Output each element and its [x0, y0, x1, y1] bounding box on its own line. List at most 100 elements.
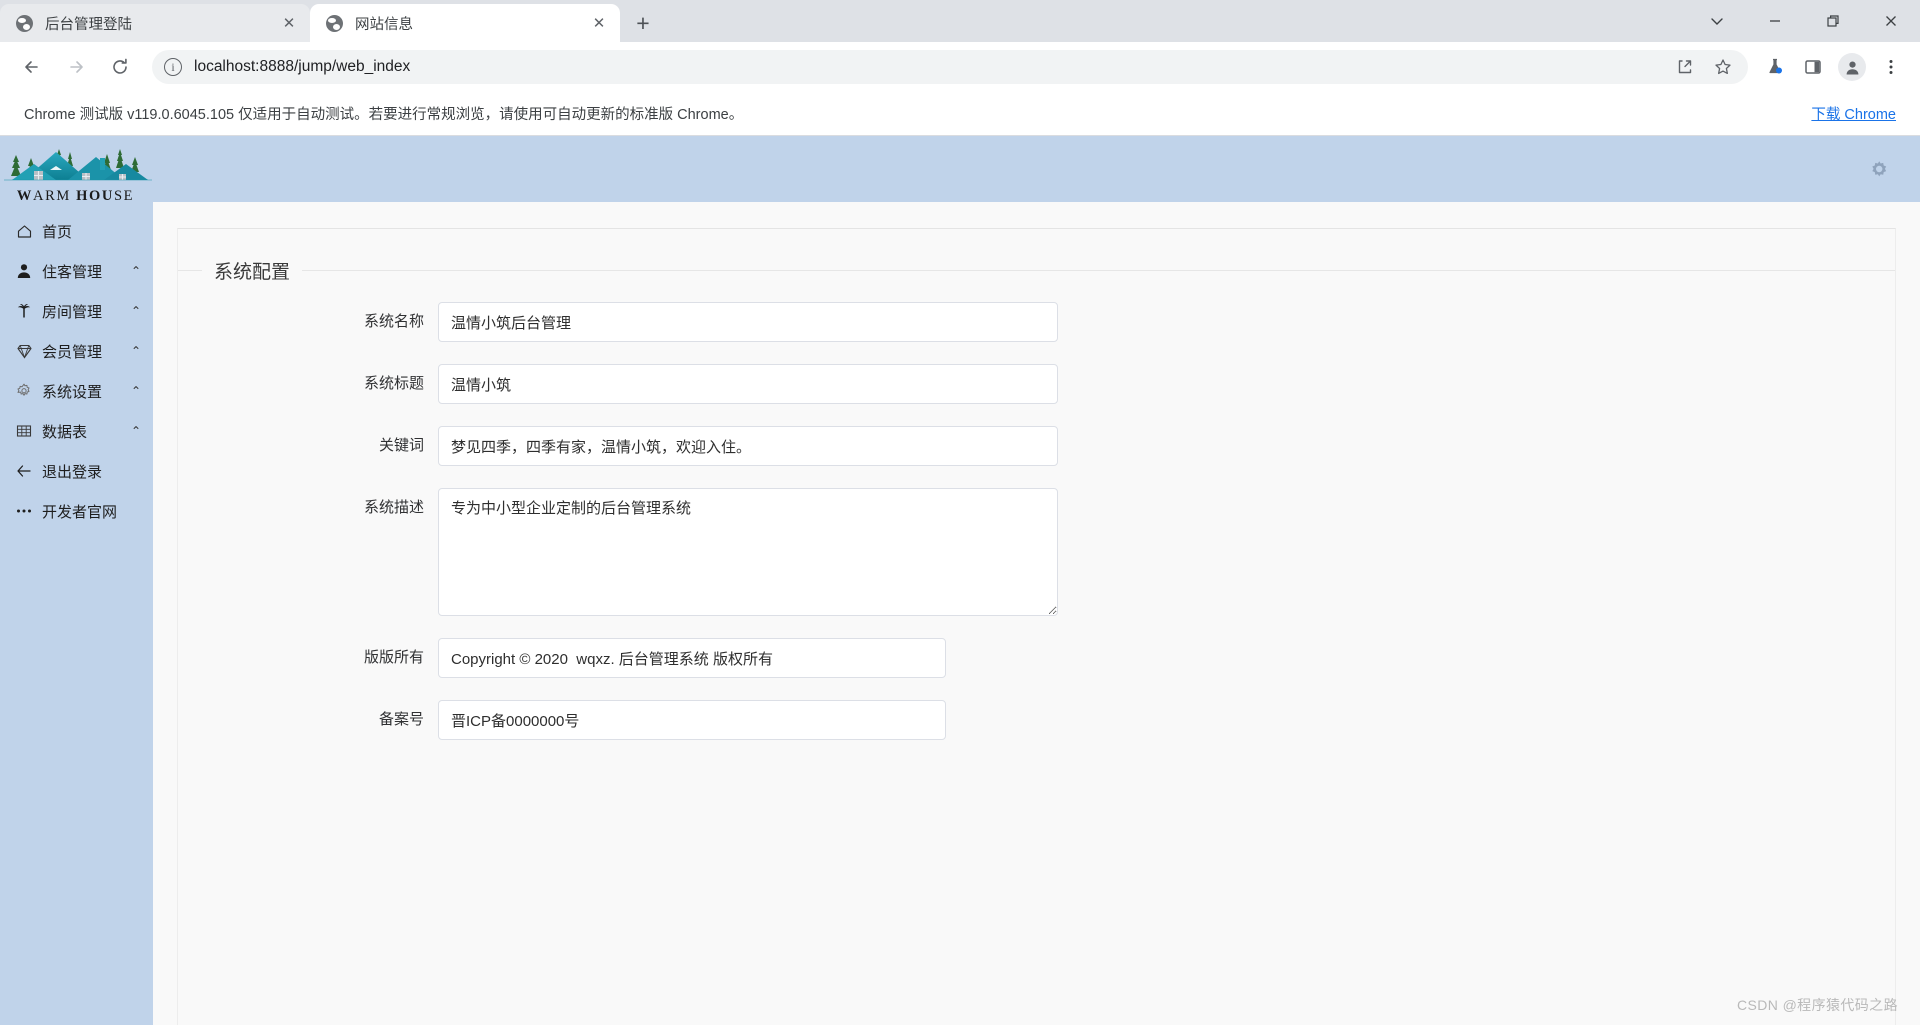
- logo[interactable]: WARM HOUSE: [0, 136, 153, 211]
- tab-1[interactable]: 网站信息 ✕: [310, 4, 620, 42]
- icp-number-input[interactable]: [438, 700, 946, 740]
- diamond-icon: [14, 343, 34, 360]
- sidebar: WARM HOUSE 首页 住客管理 ⌃ 房间管理 ⌃ 会员管理 ⌃ 系统设置 …: [0, 136, 153, 1025]
- browser-menu-icon[interactable]: [1875, 51, 1907, 83]
- site-info-icon[interactable]: i: [164, 58, 182, 76]
- tab-close-icon[interactable]: ✕: [278, 12, 300, 34]
- browser-toolbar: i localhost:8888/jump/web_index: [0, 42, 1920, 92]
- tab-title: 网站信息: [355, 16, 413, 33]
- logo-h: H: [76, 188, 89, 204]
- address-bar[interactable]: i localhost:8888/jump/web_index: [152, 50, 1748, 84]
- maximize-button[interactable]: [1804, 0, 1862, 42]
- download-chrome-link[interactable]: 下载 Chrome: [1811, 103, 1896, 124]
- system-name-input[interactable]: [438, 302, 1058, 342]
- home-icon: [14, 223, 34, 240]
- page-content: 系统配置 系统名称 系统标题: [153, 202, 1920, 1025]
- label-system-description: 系统描述: [363, 499, 424, 516]
- main-area: 系统配置 系统名称 系统标题: [153, 136, 1920, 1025]
- watermark: CSDN @程序猿代码之路: [1737, 997, 1898, 1013]
- header-settings-gear-icon[interactable]: [1864, 154, 1894, 184]
- tab-0[interactable]: 后台管理登陆 ✕: [0, 4, 310, 42]
- url-text: localhost:8888/jump/web_index: [194, 58, 411, 75]
- user-icon: [14, 263, 34, 279]
- chevron-up-icon: ⌃: [130, 344, 141, 358]
- sidebar-item-room-management[interactable]: 房间管理 ⌃: [0, 291, 153, 331]
- close-window-button[interactable]: [1862, 0, 1920, 42]
- sidebar-label: 数据表: [42, 423, 88, 441]
- tab-title: 后台管理登陆: [45, 16, 132, 33]
- logo-w: W: [16, 188, 34, 204]
- sidebar-item-logout[interactable]: 退出登录: [0, 451, 153, 491]
- profile-avatar[interactable]: [1838, 53, 1866, 81]
- form-row-icp-number: 备案号: [178, 700, 1895, 740]
- system-config-form: 系统名称 系统标题: [178, 284, 1895, 740]
- back-button[interactable]: [15, 50, 49, 84]
- forward-button[interactable]: [59, 50, 93, 84]
- keywords-input[interactable]: [438, 426, 1058, 466]
- logo-se: SE: [113, 188, 135, 204]
- side-panel-icon[interactable]: [1797, 51, 1829, 83]
- label-icp-number: 备案号: [378, 711, 424, 728]
- logo-arm: ARM: [33, 188, 77, 204]
- gear-icon: [14, 383, 34, 399]
- ellipsis-icon: [14, 502, 34, 520]
- section-title: 系统配置: [214, 262, 291, 283]
- sidebar-item-member-management[interactable]: 会员管理 ⌃: [0, 331, 153, 371]
- sidebar-label: 退出登录: [42, 463, 103, 481]
- chevron-up-icon: ⌃: [130, 424, 141, 438]
- globe-icon: [326, 14, 343, 32]
- sidebar-menu: 首页 住客管理 ⌃ 房间管理 ⌃ 会员管理 ⌃ 系统设置 ⌃ 数据表 ⌃ 退出登…: [0, 211, 153, 531]
- infobar-message: Chrome 测试版 v119.0.6045.105 仅适用于自动测试。若要进行…: [24, 107, 744, 123]
- label-system-name: 系统名称: [363, 313, 424, 330]
- sidebar-label: 房间管理: [42, 303, 103, 321]
- form-row-system-title: 系统标题: [178, 364, 1895, 404]
- chevron-up-icon: ⌃: [130, 304, 141, 318]
- sidebar-label: 住客管理: [42, 263, 103, 281]
- system-config-fieldset: 系统配置 系统名称 系统标题: [178, 257, 1895, 762]
- sidebar-item-guest-management[interactable]: 住客管理 ⌃: [0, 251, 153, 291]
- warm-house-logo-icon: [4, 149, 152, 181]
- sidebar-item-data-table[interactable]: 数据表 ⌃: [0, 411, 153, 451]
- form-row-keywords: 关键词: [178, 426, 1895, 466]
- star-icon[interactable]: [1707, 51, 1739, 83]
- tab-strip: 后台管理登陆 ✕ 网站信息 ✕ +: [0, 0, 1920, 42]
- page-header: [153, 136, 1920, 202]
- sidebar-label: 系统设置: [42, 383, 103, 401]
- config-panel: 系统配置 系统名称 系统标题: [177, 228, 1896, 1025]
- sidebar-label: 首页: [42, 223, 73, 241]
- form-row-system-name: 系统名称: [178, 302, 1895, 342]
- labs-flask-icon[interactable]: [1759, 51, 1791, 83]
- omnibox-actions: [1666, 51, 1742, 83]
- system-description-textarea[interactable]: 专为中小型企业定制的后台管理系统: [438, 488, 1058, 616]
- sidebar-item-system-settings[interactable]: 系统设置 ⌃: [0, 371, 153, 411]
- minimize-button[interactable]: [1746, 0, 1804, 42]
- chevron-up-icon: ⌃: [130, 384, 141, 398]
- reload-button[interactable]: [103, 50, 137, 84]
- tab-search-icon[interactable]: [1688, 0, 1746, 42]
- sidebar-label: 会员管理: [42, 343, 103, 361]
- logo-o: O: [88, 188, 102, 204]
- copyright-input[interactable]: [438, 638, 946, 678]
- window-controls: [1688, 0, 1920, 42]
- share-icon[interactable]: [1669, 51, 1701, 83]
- page-viewport: WARM HOUSE 首页 住客管理 ⌃ 房间管理 ⌃ 会员管理 ⌃ 系统设置 …: [0, 136, 1920, 1025]
- globe-icon: [16, 14, 33, 32]
- label-copyright: 版版所有: [363, 649, 424, 666]
- sidebar-item-home[interactable]: 首页: [0, 211, 153, 251]
- logout-arrow-icon: [14, 462, 34, 480]
- label-keywords: 关键词: [378, 437, 424, 454]
- tab-close-icon[interactable]: ✕: [588, 12, 610, 34]
- sidebar-label: 开发者官网: [42, 503, 118, 521]
- table-icon: [14, 423, 34, 439]
- sidebar-item-developer-site[interactable]: 开发者官网: [0, 491, 153, 531]
- tree-icon: [14, 303, 34, 319]
- logo-u: U: [101, 188, 114, 204]
- form-row-copyright: 版版所有: [178, 638, 1895, 678]
- form-row-system-description: 系统描述 专为中小型企业定制的后台管理系统: [178, 488, 1895, 616]
- chevron-up-icon: ⌃: [130, 264, 141, 278]
- chrome-beta-infobar: Chrome 测试版 v119.0.6045.105 仅适用于自动测试。若要进行…: [0, 92, 1920, 136]
- new-tab-button[interactable]: +: [626, 6, 660, 40]
- label-system-title: 系统标题: [363, 375, 424, 392]
- system-title-input[interactable]: [438, 364, 1058, 404]
- browser-window: 后台管理登陆 ✕ 网站信息 ✕ + i localhost:8888/jump/…: [0, 0, 1920, 1025]
